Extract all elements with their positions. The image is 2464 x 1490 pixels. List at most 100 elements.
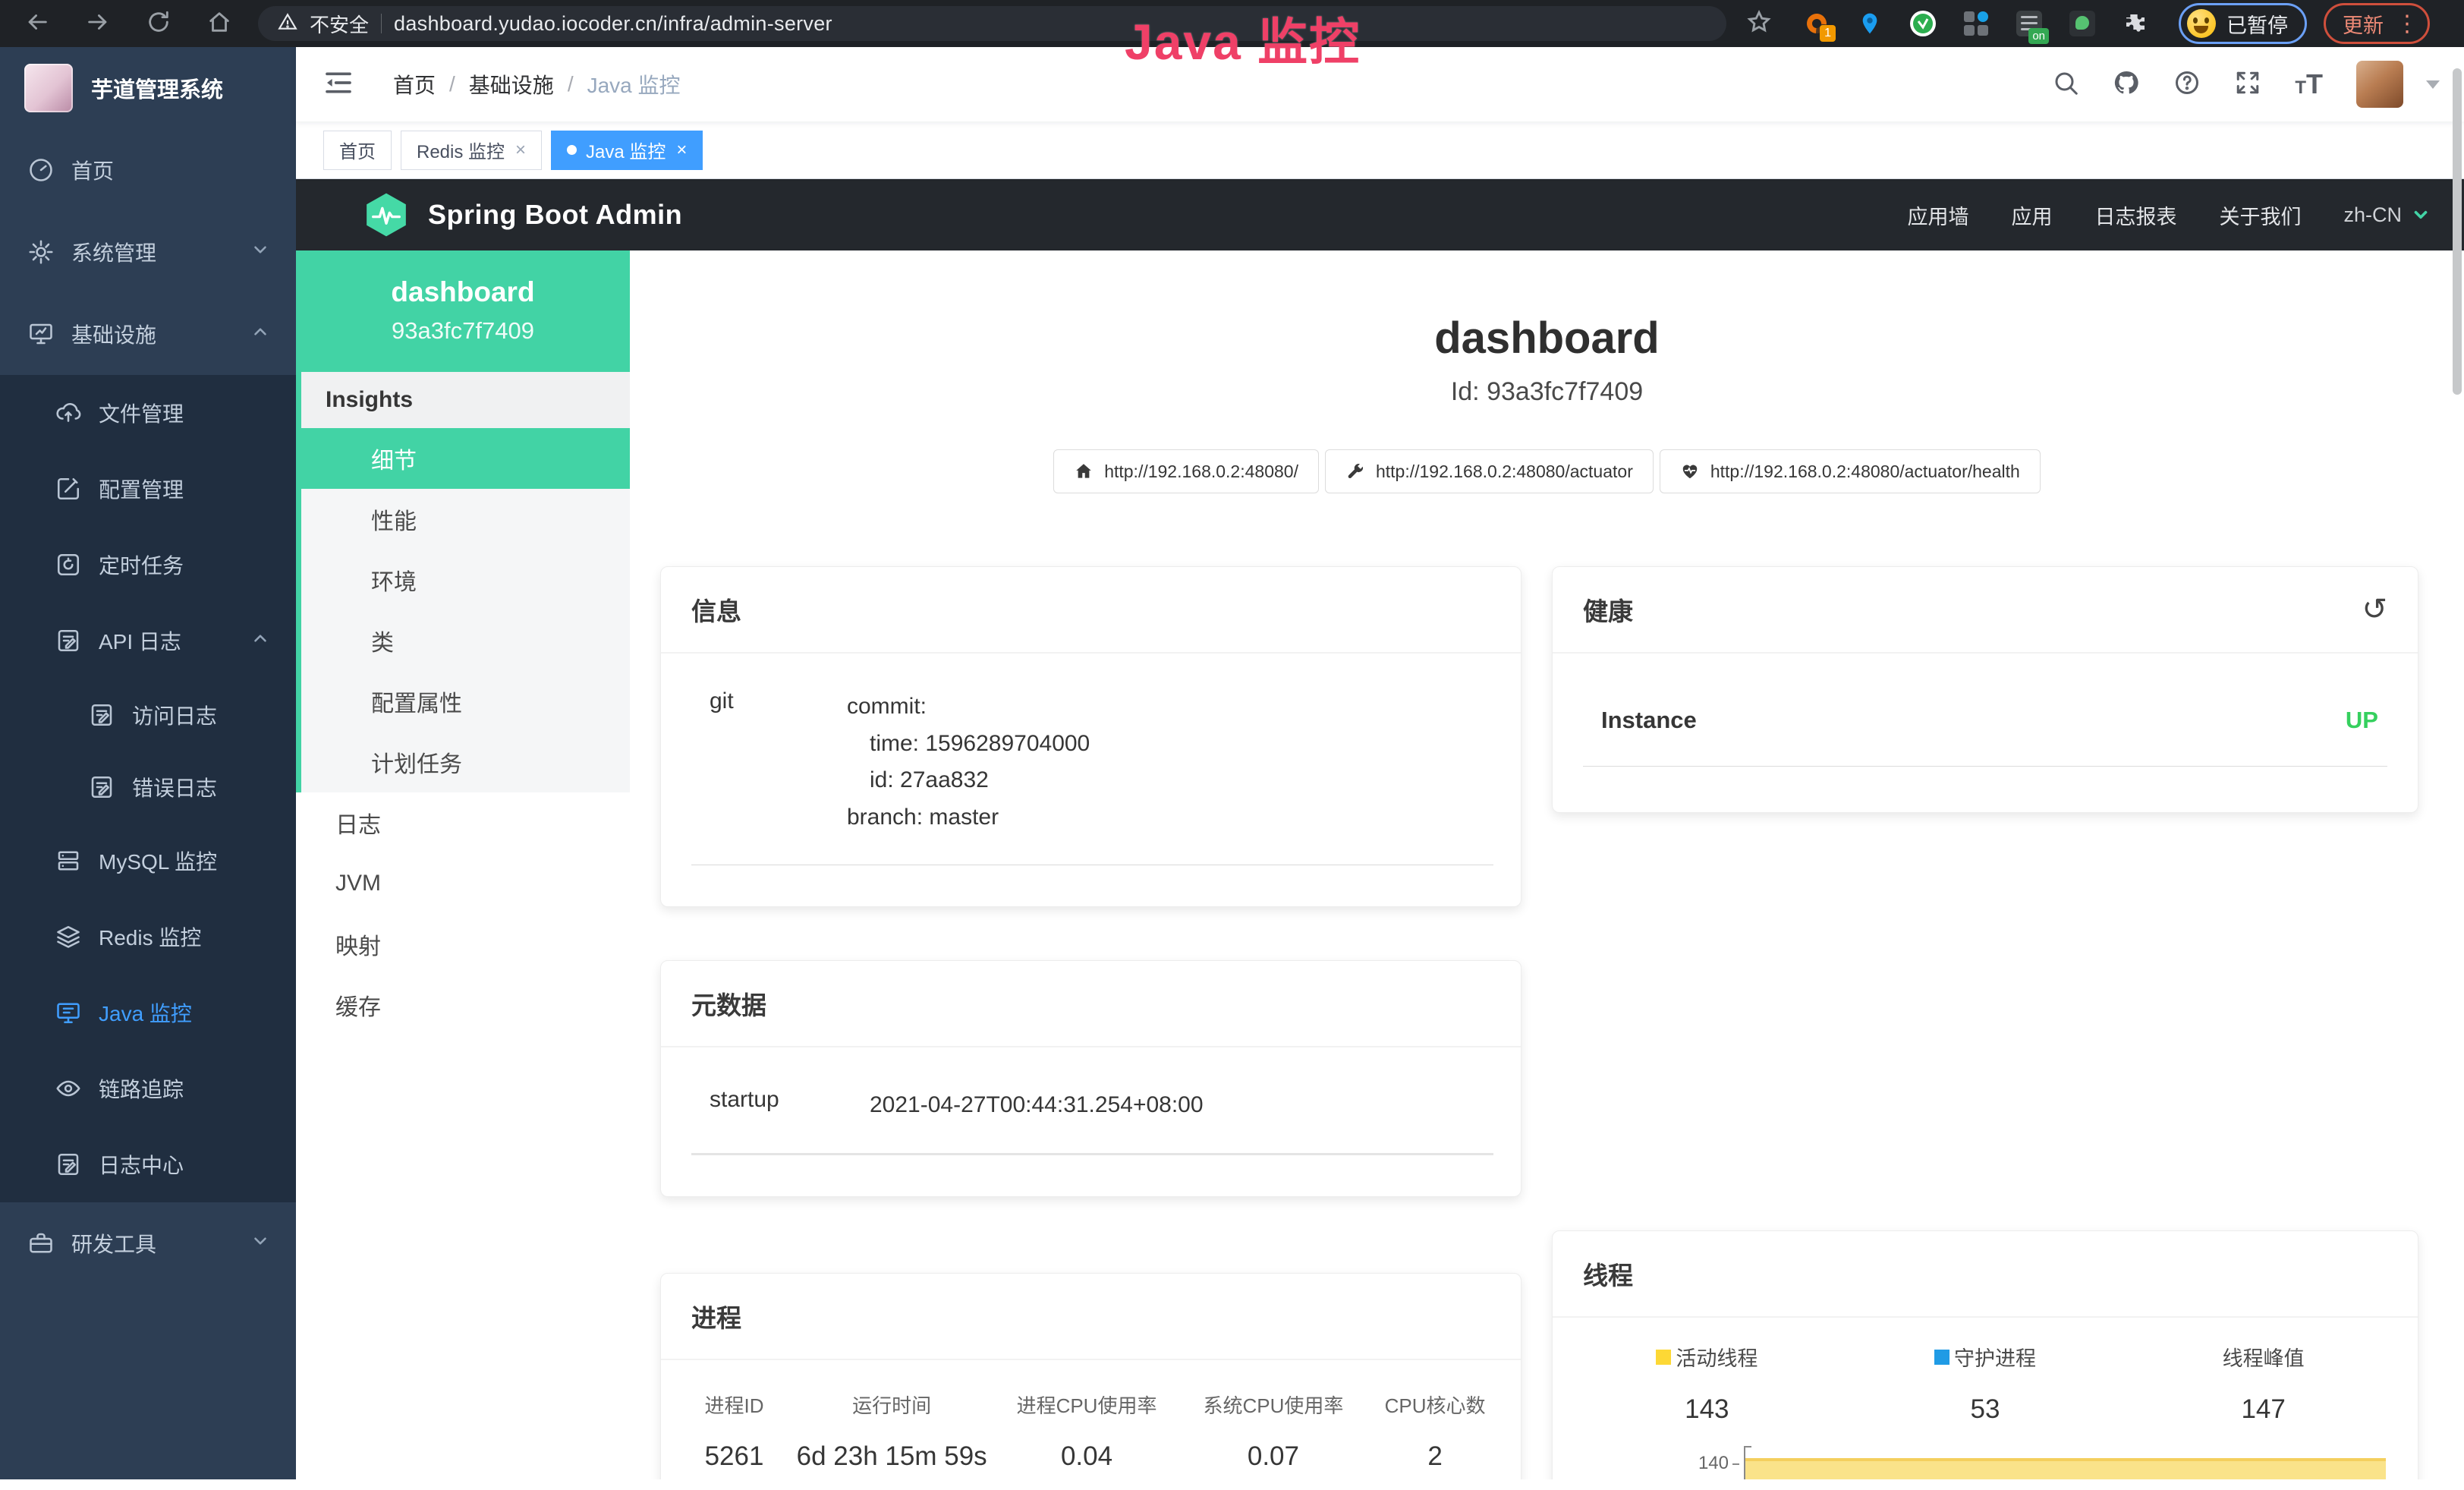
sba-item-classes[interactable]: 类 xyxy=(301,610,630,671)
service-url-button[interactable]: http://192.168.0.2:48080/ xyxy=(1053,449,1319,493)
sidebar-item-dev-tools[interactable]: 研发工具 xyxy=(0,1202,296,1284)
health-card: 健康 ↺ Instance UP xyxy=(1552,566,2418,813)
github-icon[interactable] xyxy=(2113,69,2140,100)
sidebar-item-system-mgmt[interactable]: 系统管理 xyxy=(0,211,296,293)
avatar-caret-icon[interactable] xyxy=(2426,80,2440,89)
tag-redis-monitor[interactable]: Redis 监控× xyxy=(401,131,542,170)
sidebar-item-home[interactable]: 首页 xyxy=(0,129,296,211)
info-git-row: git commit: time: 1596289704000 id: 27aa… xyxy=(691,688,1499,836)
app-logo-row[interactable]: 芋道管理系统 xyxy=(0,47,296,129)
page-bottom-strip xyxy=(0,1479,2464,1490)
actuator-url-button[interactable]: http://192.168.0.2:48080/actuator xyxy=(1325,449,1654,493)
sba-logo-icon xyxy=(363,191,410,238)
tag-home[interactable]: 首页 xyxy=(323,131,392,170)
app-sidebar: 芋道管理系统 首页 系统管理 基础设施 xyxy=(0,47,296,1479)
browser-forward-icon[interactable] xyxy=(85,9,111,39)
bookmark-star-icon[interactable] xyxy=(1746,9,1772,39)
sidebar-item-config-mgmt[interactable]: 配置管理 xyxy=(0,451,296,527)
cloud-upload-icon xyxy=(55,399,82,427)
breadcrumb-home[interactable]: 首页 xyxy=(393,69,436,99)
process-table: 进程ID 运行时间 进程CPU使用率 系统CPU使用率 CPU核心数 5261 … xyxy=(676,1391,1506,1472)
sba-nav-wallboard[interactable]: 应用墙 xyxy=(1907,200,1968,230)
sba-item-caches[interactable]: 缓存 xyxy=(296,975,630,1035)
sidebar-item-java-monitor[interactable]: Java 监控 xyxy=(0,975,296,1051)
close-icon[interactable]: × xyxy=(676,140,687,161)
sba-item-metrics[interactable]: 性能 xyxy=(301,489,630,550)
chevron-down-icon xyxy=(250,1231,270,1256)
doc-edit-icon xyxy=(55,1151,82,1178)
sidebar-item-log-center[interactable]: 日志中心 xyxy=(0,1126,296,1202)
browser-update-button[interactable]: 更新 ⋮ xyxy=(2324,3,2430,44)
doc-edit-icon xyxy=(88,701,115,729)
security-label[interactable]: 不安全 xyxy=(310,10,369,38)
sba-item-config-props[interactable]: 配置属性 xyxy=(301,671,630,732)
sba-brand[interactable]: Spring Boot Admin xyxy=(363,191,682,238)
threads-card: 线程 活动线程 守护进程 线程峰值 143 53 147 xyxy=(1552,1230,2418,1479)
extensions-puzzle-icon[interactable] xyxy=(2121,9,2150,38)
annotation-text: Java 监控 xyxy=(1125,2,1361,74)
legend-live-threads: 活动线程 xyxy=(1568,1342,1846,1372)
tag-java-monitor[interactable]: Java 监控× xyxy=(551,131,703,170)
sba-main: dashboard Id: 93a3fc7f7409 http://192.16… xyxy=(630,250,2464,1479)
history-icon[interactable]: ↺ xyxy=(2362,594,2387,625)
sba-item-mappings[interactable]: 映射 xyxy=(296,914,630,975)
sidebar-item-api-logs[interactable]: API 日志 xyxy=(0,603,296,679)
health-url-button[interactable]: http://192.168.0.2:48080/actuator/health xyxy=(1660,449,2041,493)
sidebar-item-trace[interactable]: 链路追踪 xyxy=(0,1051,296,1126)
monitor-icon xyxy=(27,320,55,348)
sidebar-item-redis-monitor[interactable]: Redis 监控 xyxy=(0,899,296,975)
metadata-card: 元数据 startup 2021-04-27T00:44:31.254+08:0… xyxy=(660,960,1522,1197)
sba-language-select[interactable]: zh-CN xyxy=(2343,203,2431,227)
health-instance-label: Instance xyxy=(1601,707,1697,734)
extension-grid-icon[interactable] xyxy=(1962,9,1990,38)
close-icon[interactable]: × xyxy=(515,140,526,161)
fullscreen-icon[interactable] xyxy=(2234,69,2261,100)
scrollbar-thumb[interactable] xyxy=(2453,68,2462,395)
address-url[interactable]: dashboard.yudao.iocoder.cn/infra/admin-s… xyxy=(394,12,832,36)
extension-green-circle-icon[interactable] xyxy=(1909,9,1937,38)
sidebar-item-infrastructure[interactable]: 基础设施 xyxy=(0,293,296,375)
collapse-menu-icon[interactable] xyxy=(323,68,354,102)
sba-item-details[interactable]: 细节 xyxy=(296,428,630,489)
infrastructure-submenu: 文件管理 配置管理 定时任务 API 日志 xyxy=(0,375,296,1202)
threads-chart: 140 120 100 xyxy=(1689,1446,2386,1479)
browser-back-icon[interactable] xyxy=(24,9,50,39)
sidebar-item-file-mgmt[interactable]: 文件管理 xyxy=(0,375,296,451)
sba-nav-applications[interactable]: 应用 xyxy=(2011,200,2052,230)
sba-item-jvm[interactable]: JVM xyxy=(296,853,630,914)
browser-home-icon[interactable] xyxy=(206,9,232,39)
user-avatar[interactable] xyxy=(2356,61,2403,108)
app-menu: 首页 系统管理 基础设施 文件管理 xyxy=(0,129,296,1284)
sba-nav-journal[interactable]: 日志报表 xyxy=(2094,200,2176,230)
extension-pin-icon[interactable] xyxy=(1855,9,1884,38)
font-size-icon[interactable]: TT xyxy=(2295,68,2323,100)
briefcase-icon xyxy=(27,1230,55,1257)
address-bar[interactable]: 不安全 dashboard.yudao.iocoder.cn/infra/adm… xyxy=(258,6,1726,41)
breadcrumb-infrastructure[interactable]: 基础设施 xyxy=(469,69,554,99)
extension-orange-ring-icon[interactable]: 1 xyxy=(1802,9,1831,38)
sba-item-scheduled[interactable]: 计划任务 xyxy=(301,732,630,792)
sba-nav: 应用墙 应用 日志报表 关于我们 zh-CN xyxy=(1907,200,2431,230)
help-icon[interactable] xyxy=(2173,69,2201,100)
sba-item-logs[interactable]: 日志 xyxy=(296,792,630,853)
extension-list-on-icon[interactable]: on xyxy=(2015,9,2044,38)
instance-name: dashboard xyxy=(296,276,630,308)
task-refresh-icon xyxy=(55,551,82,578)
browser-reload-icon[interactable] xyxy=(146,9,172,39)
instance-header[interactable]: dashboard 93a3fc7f7409 xyxy=(296,250,630,372)
legend-daemon-threads: 守护进程 xyxy=(1846,1342,2125,1372)
profile-paused-chip[interactable]: 已暂停 xyxy=(2179,3,2307,44)
sidebar-item-access-logs[interactable]: 访问日志 xyxy=(0,679,296,751)
process-value: 0.07 xyxy=(1182,1441,1364,1472)
sidebar-item-scheduled-tasks[interactable]: 定时任务 xyxy=(0,527,296,603)
sidebar-item-error-logs[interactable]: 错误日志 xyxy=(0,751,296,823)
sba-item-environment[interactable]: 环境 xyxy=(301,550,630,610)
process-header: 运行时间 xyxy=(792,1391,991,1419)
browser-menu-icon[interactable]: ⋮ xyxy=(2396,11,2418,37)
sidebar-item-mysql-monitor[interactable]: MySQL 监控 xyxy=(0,823,296,899)
sba-nav-about[interactable]: 关于我们 xyxy=(2219,200,2301,230)
metadata-startup-value: 2021-04-27T00:44:31.254+08:00 xyxy=(870,1087,1204,1124)
search-icon[interactable] xyxy=(2052,69,2079,100)
sba-sidebar: dashboard 93a3fc7f7409 Insights 细节 性能 环境… xyxy=(296,250,630,1479)
extension-sprout-icon[interactable] xyxy=(2068,9,2097,38)
